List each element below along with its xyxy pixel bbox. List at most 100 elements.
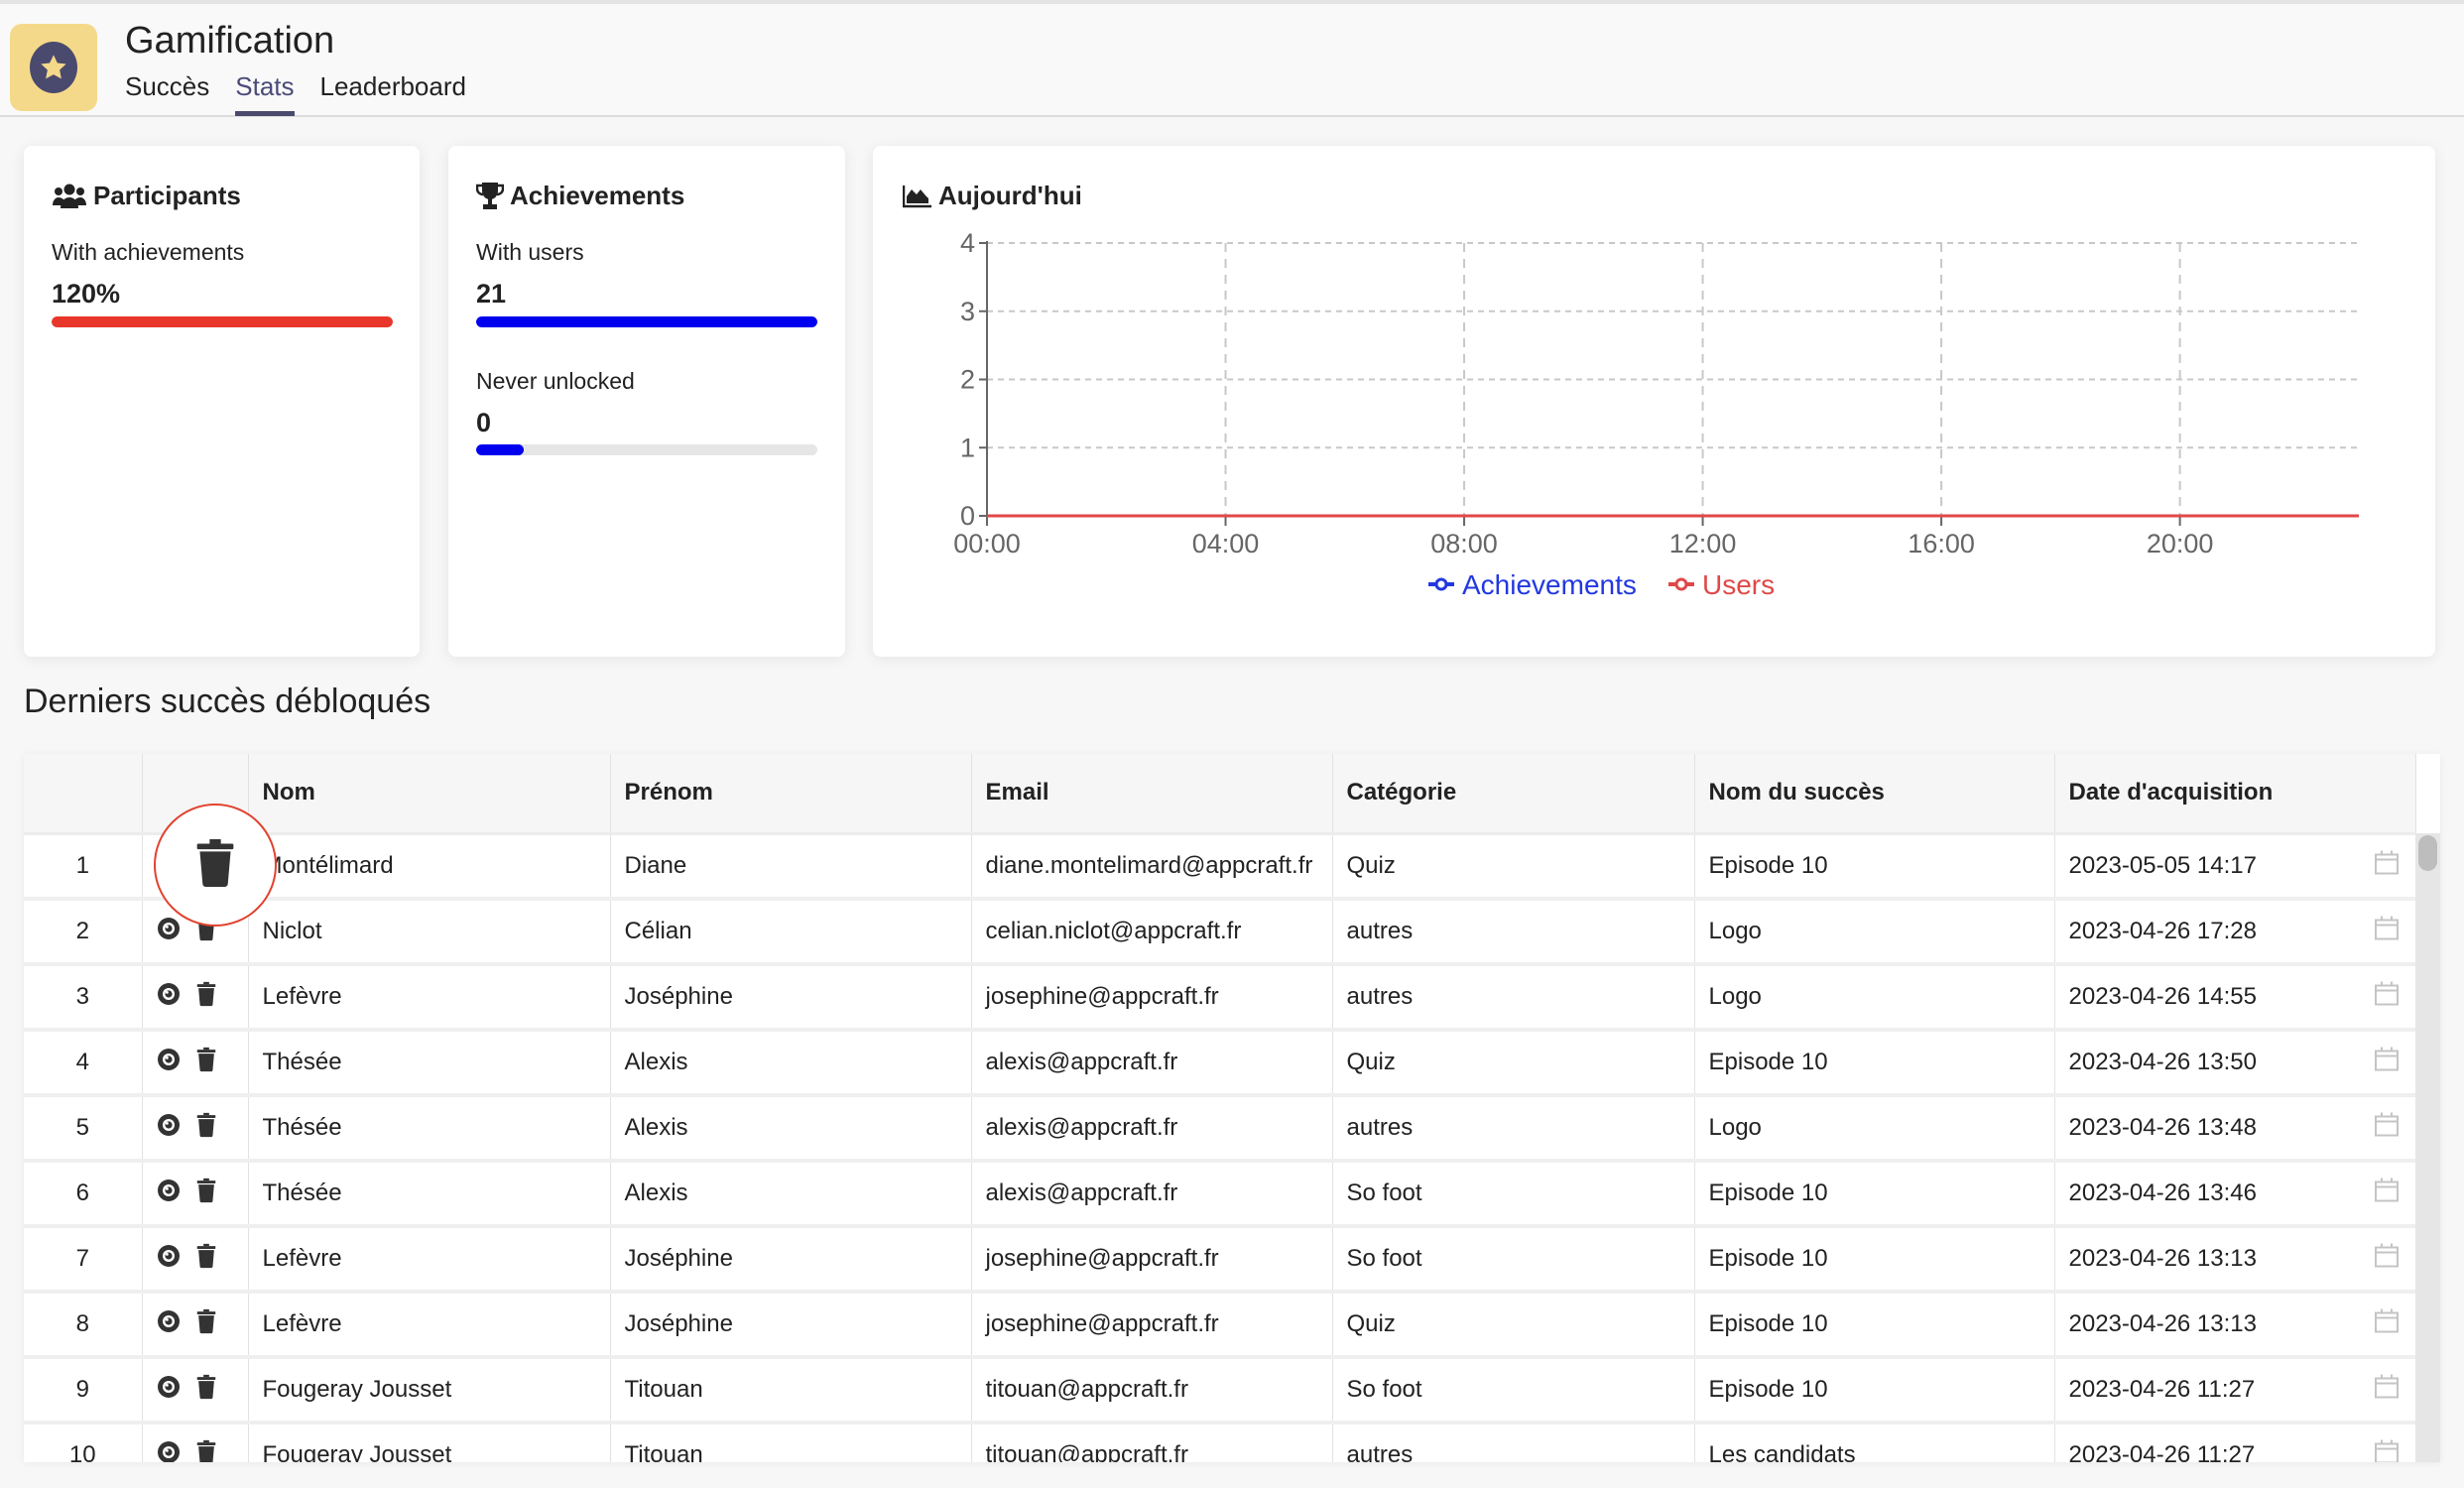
cell-nom-du-succes: Logo — [1694, 964, 2055, 1032]
calendar-icon[interactable] — [2374, 916, 2400, 948]
eye-icon[interactable] — [157, 1048, 181, 1078]
cell-nom: Niclot — [248, 899, 611, 966]
eye-icon[interactable] — [157, 1375, 181, 1406]
cell-nom-du-succes: Logo — [1694, 1095, 2055, 1163]
eye-icon[interactable] — [157, 982, 181, 1013]
eye-icon[interactable] — [157, 1244, 181, 1275]
table-row[interactable]: 9 Fougeray Jousset Titouan titouan@appcraft… — [24, 1357, 2416, 1425]
row-index: 5 — [24, 1095, 143, 1163]
column-header-nom-du-succes[interactable]: Nom du succès — [1694, 754, 2055, 835]
table-row[interactable]: 5 Thésée Alexis alexis@appcraft.fr autres Log… — [24, 1095, 2416, 1163]
cell-date: 2023-04-26 13:46 — [2054, 1161, 2416, 1228]
cell-categorie: autres — [1332, 1095, 1695, 1163]
progress-bar — [52, 316, 393, 327]
column-header-categorie[interactable]: Catégorie — [1332, 754, 1695, 835]
cell-categorie: autres — [1332, 1423, 1695, 1462]
cell-categorie: autres — [1332, 964, 1695, 1032]
cell-email: celian.niclot@appcraft.fr — [971, 899, 1333, 966]
table-row[interactable]: 6 Thésée Alexis alexis@appcraft.fr So foot Ep… — [24, 1161, 2416, 1228]
trophy-icon — [476, 182, 504, 211]
table-row[interactable]: 2 Niclot Célian celian.niclot@appcraft.fr au… — [24, 899, 2416, 966]
cell-nom-du-succes: Logo — [1694, 899, 2055, 966]
calendar-icon[interactable] — [2374, 849, 2400, 882]
calendar-icon[interactable] — [2374, 1243, 2400, 1276]
y-tick-label: 0 — [960, 501, 975, 531]
highlighted-delete-button[interactable] — [154, 804, 277, 927]
cell-prenom: Alexis — [610, 1095, 972, 1163]
date-value: 2023-04-26 13:46 — [2068, 1179, 2258, 1206]
cell-categorie: Quiz — [1332, 1292, 1695, 1359]
trash-icon[interactable] — [196, 1243, 216, 1276]
date-value: 2023-04-26 14:55 — [2068, 983, 2258, 1010]
table-row[interactable]: 10 Fougeray Jousset Titouan titouan@appcraf… — [24, 1423, 2416, 1462]
tab-succes[interactable]: Succès — [125, 71, 209, 112]
app-logo — [10, 24, 97, 111]
cell-prenom: Diane — [610, 833, 972, 901]
trash-icon[interactable] — [196, 1112, 216, 1145]
calendar-icon[interactable] — [2374, 981, 2400, 1014]
cell-categorie: autres — [1332, 899, 1695, 966]
cell-email: josephine@appcraft.fr — [971, 1292, 1333, 1359]
eye-icon[interactable] — [157, 1309, 181, 1340]
y-tick-label: 1 — [960, 433, 975, 462]
column-header-nom[interactable]: Nom — [248, 754, 611, 835]
column-header-email[interactable]: Email — [971, 754, 1333, 835]
tab-stats[interactable]: Stats — [235, 71, 295, 116]
cell-prenom: Joséphine — [610, 964, 972, 1032]
table-row[interactable]: 3 Lefèvre Joséphine josephine@appcraft.fr au… — [24, 964, 2416, 1032]
trash-icon[interactable] — [196, 1374, 216, 1407]
calendar-icon[interactable] — [2374, 1112, 2400, 1145]
calendar-icon[interactable] — [2374, 1178, 2400, 1210]
row-actions — [142, 1226, 249, 1294]
cell-email: titouan@appcraft.fr — [971, 1423, 1333, 1462]
cell-date: 2023-04-26 11:27 — [2054, 1357, 2416, 1425]
table-row[interactable]: 7 Lefèvre Joséphine josephine@appcraft.fr So… — [24, 1226, 2416, 1294]
calendar-icon[interactable] — [2374, 1439, 2400, 1462]
progress-bar — [476, 316, 817, 327]
table-row[interactable]: 1 Montélimard Diane diane.montelimard@appcr… — [24, 833, 2416, 901]
cell-date: 2023-04-26 11:27 — [2054, 1423, 2416, 1462]
cell-prenom: Alexis — [610, 1030, 972, 1097]
stat-label: With achievements — [52, 239, 245, 265]
cell-email: diane.montelimard@appcraft.fr — [971, 833, 1333, 901]
calendar-icon[interactable] — [2374, 1308, 2400, 1341]
tab-leaderboard[interactable]: Leaderboard — [320, 71, 466, 112]
column-header-prenom[interactable]: Prénom — [610, 754, 972, 835]
trash-icon — [195, 838, 235, 892]
trash-icon[interactable] — [196, 1439, 216, 1462]
eye-icon[interactable] — [157, 1178, 181, 1209]
eye-icon[interactable] — [157, 917, 181, 947]
table-row[interactable]: 4 Thésée Alexis alexis@appcraft.fr Quiz Episo… — [24, 1030, 2416, 1097]
eye-icon[interactable] — [157, 1440, 181, 1462]
eye-icon[interactable] — [157, 1113, 181, 1144]
trash-icon[interactable] — [196, 1047, 216, 1079]
cell-email: josephine@appcraft.fr — [971, 1226, 1333, 1294]
column-header-date[interactable]: Date d'acquisition — [2054, 754, 2416, 835]
table-row[interactable]: 8 Lefèvre Joséphine josephine@appcraft.fr Qu… — [24, 1292, 2416, 1359]
scrollbar-thumb[interactable] — [2418, 835, 2437, 871]
x-tick-label: 16:00 — [1908, 529, 1975, 558]
legend-label: Users — [1702, 569, 1775, 600]
cell-nom-du-succes: Episode 10 — [1694, 1226, 2055, 1294]
stat-label: With users — [476, 239, 584, 265]
row-actions — [142, 964, 249, 1032]
trash-icon[interactable] — [196, 981, 216, 1014]
row-index: 7 — [24, 1226, 143, 1294]
table-scrollbar[interactable] — [2415, 833, 2440, 1462]
cell-categorie: Quiz — [1332, 1030, 1695, 1097]
trash-icon[interactable] — [196, 1178, 216, 1210]
cell-nom: Lefèvre — [248, 1292, 611, 1359]
calendar-icon[interactable] — [2374, 1374, 2400, 1407]
row-index: 1 — [24, 833, 143, 901]
calendar-icon[interactable] — [2374, 1047, 2400, 1079]
progress-fill — [476, 316, 817, 327]
trash-icon[interactable] — [196, 1308, 216, 1341]
cell-nom-du-succes: Episode 10 — [1694, 1292, 2055, 1359]
cell-nom: Lefèvre — [248, 964, 611, 1032]
date-value: 2023-04-26 11:27 — [2068, 1376, 2256, 1403]
cell-nom-du-succes: Episode 10 — [1694, 1357, 2055, 1425]
tab-bar: Succès Stats Leaderboard — [125, 71, 466, 116]
cell-nom: Fougeray Jousset — [248, 1357, 611, 1425]
cell-categorie: So foot — [1332, 1226, 1695, 1294]
app-title: Gamification — [125, 20, 335, 62]
